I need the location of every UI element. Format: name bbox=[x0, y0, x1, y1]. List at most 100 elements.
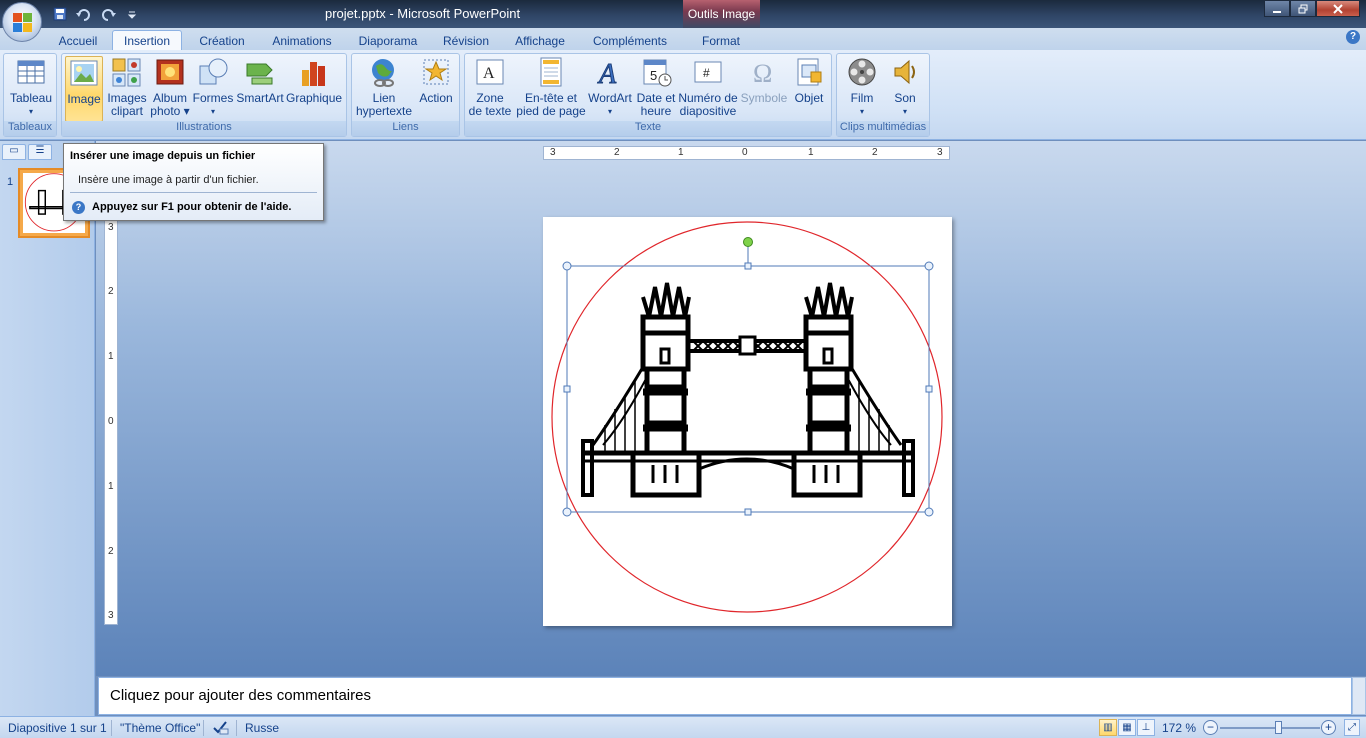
close-icon[interactable] bbox=[1316, 0, 1360, 17]
group-label-illustrations: Illustrations bbox=[62, 121, 346, 136]
zoom-out-icon[interactable]: − bbox=[1203, 720, 1218, 735]
spellcheck-icon[interactable] bbox=[212, 719, 230, 738]
graphique-button[interactable]: Graphique bbox=[286, 56, 342, 122]
picture-icon bbox=[68, 57, 100, 89]
zoom-in-icon[interactable]: + bbox=[1321, 720, 1336, 735]
tableau-button[interactable]: Tableau ▾ bbox=[6, 56, 56, 122]
numero-diapositive-button[interactable]: # Numéro de diapositive bbox=[677, 56, 739, 122]
notes-placeholder[interactable]: Cliquez pour ajouter des commentaires bbox=[110, 687, 371, 704]
resize-handle-left[interactable] bbox=[563, 385, 571, 393]
vruler-tick: 1 bbox=[108, 351, 114, 362]
tower-bridge-drawing bbox=[581, 282, 915, 498]
formes-button[interactable]: Formes ▾ bbox=[192, 56, 234, 122]
slides-tab-icon[interactable]: ▭ bbox=[2, 144, 26, 160]
office-logo-icon bbox=[13, 13, 33, 33]
tower-bridge-image[interactable] bbox=[543, 217, 952, 626]
tab-format[interactable]: Format bbox=[694, 31, 748, 50]
tooltip-help-text: Appuyez sur F1 pour obtenir de l'aide. bbox=[92, 201, 292, 213]
date-time-icon: 5 bbox=[640, 56, 672, 88]
tab-insertion[interactable]: Insertion bbox=[112, 30, 182, 51]
album-photo-button[interactable]: Album photo ▾ bbox=[150, 56, 190, 122]
tab-affichage[interactable]: Affichage bbox=[508, 31, 572, 50]
clipart-button[interactable]: Images clipart bbox=[106, 56, 148, 122]
hruler-tick: 3 bbox=[937, 147, 943, 158]
resize-handle-top-right[interactable] bbox=[924, 261, 934, 271]
status-divider bbox=[111, 720, 112, 736]
group-label-clips: Clips multimédias bbox=[837, 121, 929, 136]
resize-handle-bottom[interactable] bbox=[744, 508, 752, 516]
tab-complements[interactable]: Compléments bbox=[586, 31, 674, 50]
save-icon[interactable] bbox=[50, 5, 70, 23]
notes-pane[interactable]: Cliquez pour ajouter des commentaires bbox=[98, 677, 1352, 715]
zone-label-2: de texte bbox=[468, 104, 512, 118]
son-button[interactable]: Son ▾ bbox=[885, 56, 925, 122]
resize-handle-bottom-left[interactable] bbox=[562, 507, 572, 517]
zoom-slider-thumb[interactable] bbox=[1275, 721, 1282, 734]
ribbon: Tableau ▾ Tableaux Image Images clipart … bbox=[0, 50, 1366, 140]
language[interactable]: Russe bbox=[245, 721, 279, 735]
tableau-label: Tableau bbox=[9, 91, 53, 105]
outline-tab-icon[interactable]: ☰ bbox=[28, 144, 52, 160]
svg-text:5: 5 bbox=[650, 68, 657, 83]
svg-text:A: A bbox=[597, 59, 617, 88]
hruler-tick: 0 bbox=[742, 147, 748, 158]
slide-canvas[interactable] bbox=[543, 217, 952, 626]
normal-view-icon[interactable]: ▥ bbox=[1099, 719, 1117, 736]
wordart-button[interactable]: A WordArt ▾ bbox=[587, 56, 633, 122]
help-icon[interactable]: ? bbox=[1346, 30, 1360, 44]
zoom-slider[interactable] bbox=[1220, 727, 1320, 729]
wordart-icon: A bbox=[594, 56, 626, 91]
tooltip-description: Insère une image à partir d'un fichier. bbox=[78, 174, 259, 186]
date-heure-button[interactable]: 5 Date et heure bbox=[635, 56, 677, 122]
clipart-label-2: clipart bbox=[110, 104, 143, 118]
office-button[interactable] bbox=[2, 2, 42, 42]
status-divider bbox=[203, 720, 204, 736]
undo-icon[interactable] bbox=[74, 5, 94, 23]
resize-handle-top[interactable] bbox=[744, 262, 752, 270]
symbole-button[interactable]: Ω Symbole bbox=[739, 56, 789, 122]
smartart-button[interactable]: SmartArt bbox=[236, 56, 284, 122]
tab-revision[interactable]: Révision bbox=[436, 31, 496, 50]
tooltip-title: Insérer une image depuis un fichier bbox=[70, 150, 256, 162]
slideshow-view-icon[interactable]: ⊥ bbox=[1137, 719, 1155, 736]
help-icon: ? bbox=[72, 201, 85, 214]
customize-icon[interactable] bbox=[122, 5, 142, 23]
resize-handle-bottom-right[interactable] bbox=[924, 507, 934, 517]
hruler-tick: 3 bbox=[550, 147, 556, 158]
zoom-level[interactable]: 172 % bbox=[1162, 721, 1196, 735]
photo-album-icon bbox=[154, 56, 186, 88]
wordart-label: WordArt bbox=[588, 91, 632, 105]
slides-panel: ▭ ☰ 1 bbox=[0, 141, 95, 716]
film-button[interactable]: Film ▾ bbox=[841, 56, 883, 122]
image-button[interactable]: Image bbox=[65, 56, 103, 122]
tab-accueil[interactable]: Accueil bbox=[52, 31, 104, 50]
vruler-tick: 2 bbox=[108, 286, 114, 297]
textbox-icon: A bbox=[474, 56, 506, 88]
hruler-tick: 2 bbox=[614, 147, 620, 158]
resize-handle-top-left[interactable] bbox=[562, 261, 572, 271]
selection-frame bbox=[566, 242, 930, 513]
notes-scrollbar[interactable] bbox=[1352, 677, 1366, 715]
en-tete-pied-de-page-button[interactable]: En-tête et pied de page bbox=[515, 56, 587, 122]
redo-icon[interactable] bbox=[98, 5, 118, 23]
action-button[interactable]: Action bbox=[415, 56, 457, 122]
status-bar: Diapositive 1 sur 1 "Thème Office" Russe… bbox=[0, 716, 1366, 738]
zone-de-texte-button[interactable]: A Zone de texte bbox=[467, 56, 513, 122]
panel-tabs: ▭ ☰ bbox=[2, 144, 52, 162]
resize-handle-right[interactable] bbox=[925, 385, 933, 393]
slide-sorter-view-icon[interactable]: ▦ bbox=[1118, 719, 1136, 736]
restore-icon[interactable] bbox=[1290, 0, 1316, 17]
objet-button[interactable]: Objet bbox=[789, 56, 829, 122]
tab-animations[interactable]: Animations bbox=[264, 31, 340, 50]
tab-diaporama[interactable]: Diaporama bbox=[352, 31, 424, 50]
film-label: Film bbox=[850, 91, 874, 105]
en-tete-label-2: pied de page bbox=[516, 104, 586, 118]
tab-creation[interactable]: Création bbox=[191, 31, 253, 50]
svg-text:Ω: Ω bbox=[753, 59, 772, 88]
film-dropdown-arrow: ▾ bbox=[859, 107, 864, 116]
rotation-handle[interactable] bbox=[743, 237, 753, 247]
fit-to-window-icon[interactable]: ⤢ bbox=[1344, 719, 1360, 736]
vruler-tick: 3 bbox=[108, 222, 114, 233]
lien-hypertexte-button[interactable]: Lien hypertexte bbox=[355, 56, 413, 122]
minimize-icon[interactable] bbox=[1264, 0, 1290, 17]
